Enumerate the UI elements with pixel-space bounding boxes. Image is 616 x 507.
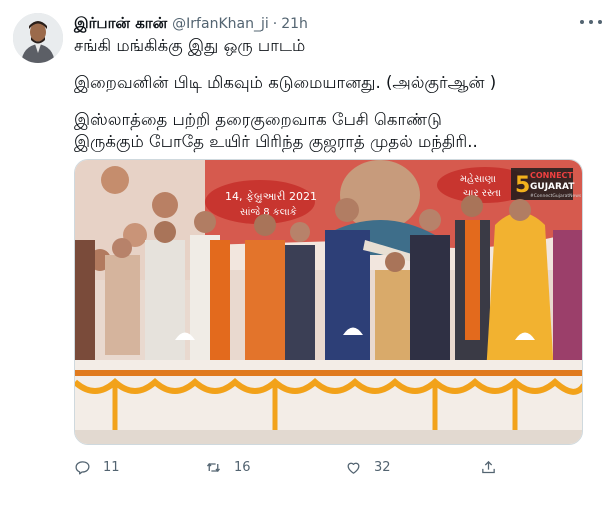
retweet-icon xyxy=(206,462,221,472)
more-icon[interactable] xyxy=(580,14,602,30)
share-button[interactable] xyxy=(480,456,497,478)
tweet[interactable]: இர்பான் கான் @IrfanKhan_ji · 21h சங்கி ம… xyxy=(0,0,616,507)
tweet-text-line: இறைவனின் பிடி மிகவும் கடுமையானது. (அல்கு… xyxy=(74,73,497,92)
retweet-button[interactable]: 16 xyxy=(205,456,251,478)
reply-icon xyxy=(75,460,90,475)
avatar[interactable] xyxy=(13,13,63,63)
watermark-line2: GUJARAT xyxy=(530,182,575,192)
like-count: 32 xyxy=(374,459,391,475)
tweet-text-line: சங்கி மங்கிக்கு இது ஒரு பாடம் xyxy=(74,36,306,55)
reply-button[interactable]: 11 xyxy=(74,456,120,478)
tweet-text-line: இருக்கும் போதே உயிர் பிரிந்த குஜராத் முத… xyxy=(74,132,478,151)
heart-icon xyxy=(347,462,360,474)
banner-date-text: 14, ફેબ્રુઆરી 2021 xyxy=(225,190,317,203)
banner-right-text: મહેસાણા xyxy=(460,172,496,185)
retweet-count: 16 xyxy=(234,459,251,475)
tweet-media-image[interactable]: 14, ફેબ્રુઆરી 2021 સાંજે 8 કલાકે મહેસાણા… xyxy=(74,159,583,445)
author-handle[interactable]: @IrfanKhan_ji xyxy=(172,16,269,32)
author-name[interactable]: இர்பான் கான் xyxy=(74,14,167,34)
watermark-line1: CONNECT xyxy=(530,171,573,180)
tweet-text-line: இஸ்லாத்தை பற்றி தரைகுறைவாக பேசி கொண்டு xyxy=(74,110,442,129)
tweet-actions: 11 16 32 xyxy=(74,456,504,478)
like-button[interactable]: 32 xyxy=(345,456,391,478)
separator-dot: · xyxy=(272,16,278,32)
watermark-number: 5 xyxy=(515,173,530,198)
reply-count: 11 xyxy=(103,459,120,475)
tweet-header: இர்பான் கான் @IrfanKhan_ji · 21h xyxy=(74,13,308,35)
timestamp[interactable]: 21h xyxy=(281,16,308,32)
share-icon xyxy=(482,460,495,473)
watermark-line3: #ConnectGujaratNews xyxy=(530,193,582,199)
